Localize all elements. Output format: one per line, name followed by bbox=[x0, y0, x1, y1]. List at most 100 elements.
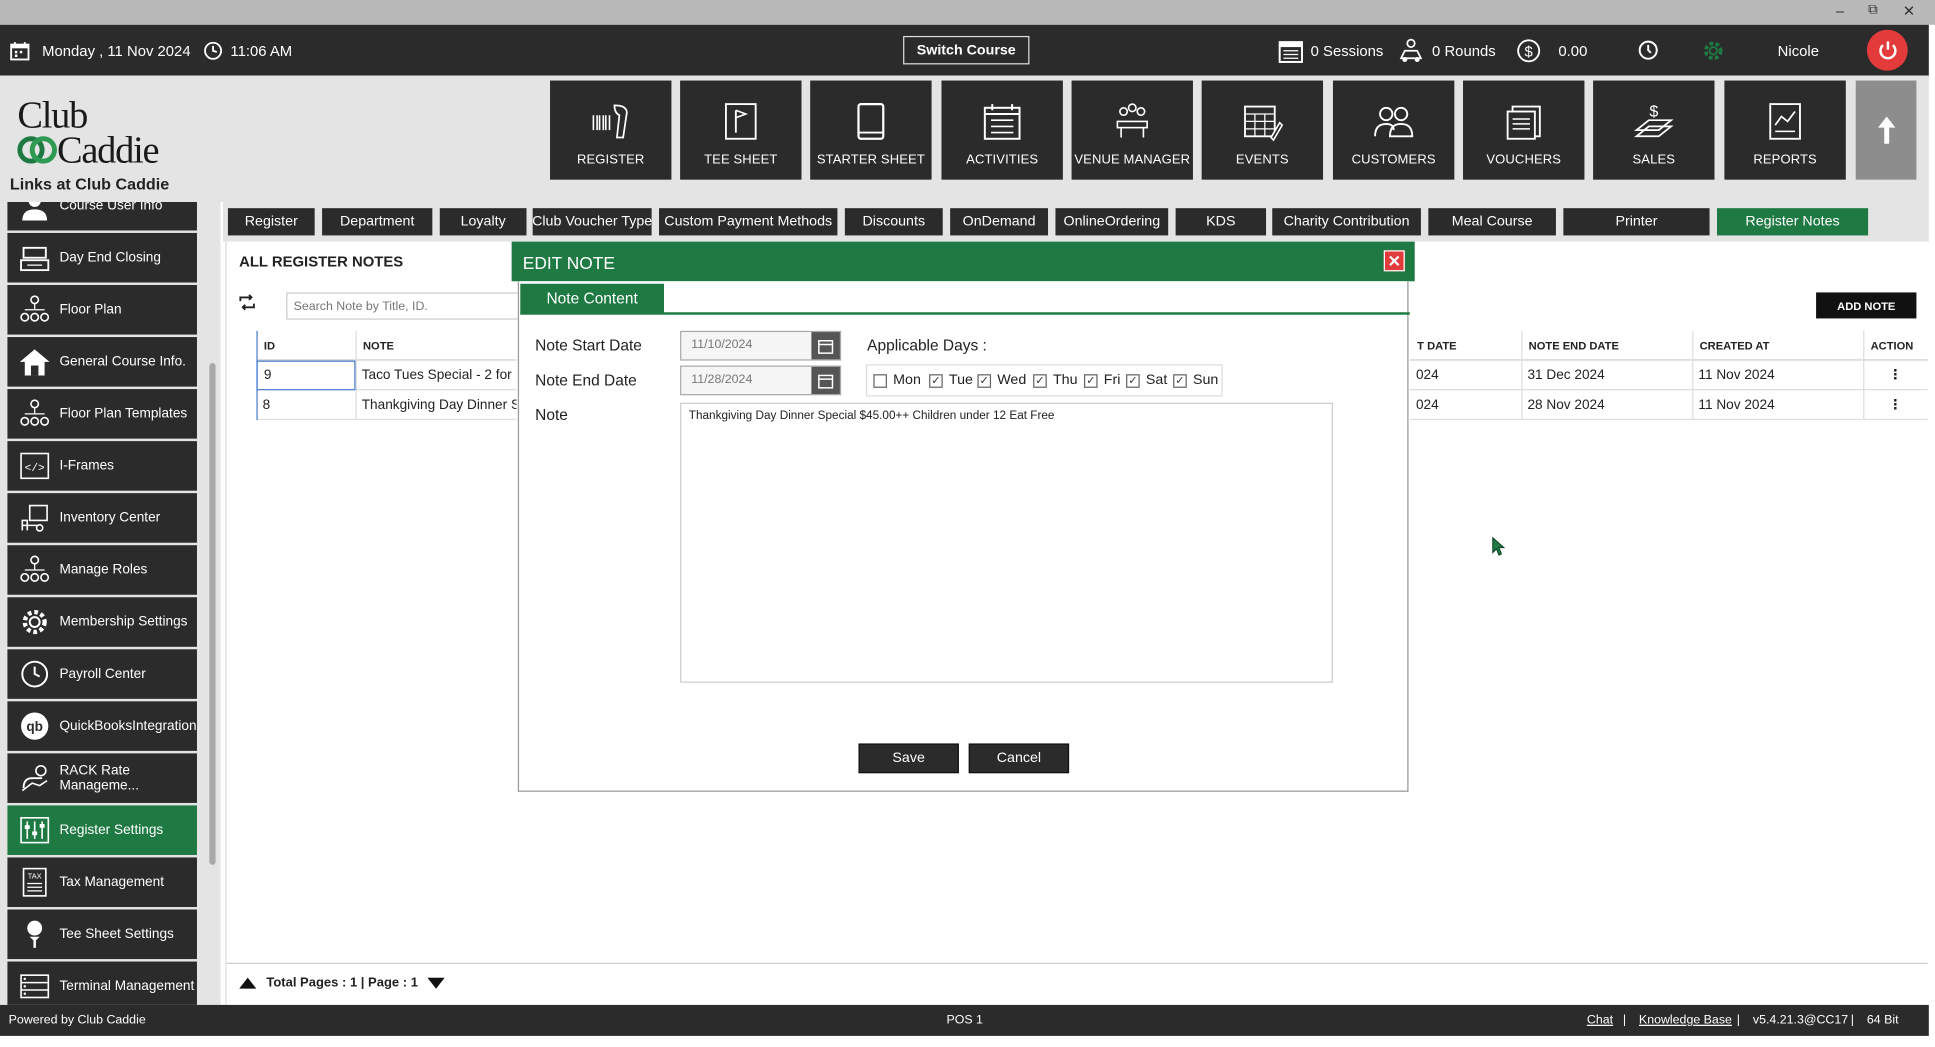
table-cell-end-date[interactable]: 31 Dec 2024 bbox=[1521, 361, 1693, 391]
day-checkbox-mon[interactable]: Mon bbox=[873, 373, 921, 388]
sidebar-item-membership-settings[interactable]: Membership Settings bbox=[7, 597, 197, 647]
page-up-icon[interactable] bbox=[239, 977, 257, 989]
tab-charity-contribution[interactable]: Charity Contribution bbox=[1272, 208, 1421, 236]
sidebar-item-terminal-management[interactable]: Terminal Management bbox=[7, 961, 197, 1005]
history-button[interactable] bbox=[1638, 25, 1659, 76]
module-reports-button[interactable]: REPORTS bbox=[1724, 80, 1846, 180]
tab-discounts[interactable]: Discounts bbox=[844, 208, 943, 236]
row-action-menu-button[interactable]: ⋮ bbox=[1863, 390, 1928, 421]
cancel-button[interactable]: Cancel bbox=[968, 743, 1070, 774]
module-starter-sheet-button[interactable]: STARTER SHEET bbox=[810, 80, 932, 180]
sidebar-item-payroll-center[interactable]: Payroll Center bbox=[7, 649, 197, 699]
tab-register[interactable]: Register bbox=[227, 208, 315, 236]
column-header-end-date[interactable]: NOTE END DATE bbox=[1521, 331, 1693, 361]
module-events-button[interactable]: EVENTS bbox=[1201, 80, 1324, 180]
row-action-menu-button[interactable]: ⋮ bbox=[1863, 361, 1928, 391]
start-date-field[interactable]: 11/10/2024 bbox=[680, 330, 842, 361]
sidebar-item-tax-management[interactable]: TAX Tax Management bbox=[7, 857, 197, 908]
tab-department[interactable]: Department bbox=[322, 208, 433, 236]
module-register-button[interactable]: REGISTER bbox=[550, 80, 672, 180]
table-cell-created-at[interactable]: 11 Nov 2024 bbox=[1692, 361, 1864, 391]
sidebar-item-day-end-closing[interactable]: Day End Closing bbox=[7, 232, 197, 283]
switch-course-button[interactable]: Switch Course bbox=[903, 35, 1030, 65]
sidebar-item-i-frames[interactable]: </> I-Frames bbox=[7, 441, 197, 491]
tab-club-voucher-type[interactable]: Club Voucher Type bbox=[532, 208, 652, 236]
table-cell-start-date[interactable]: 024 bbox=[1409, 361, 1522, 391]
sidebar-item-tee-sheet-settings[interactable]: Tee Sheet Settings bbox=[7, 909, 197, 960]
end-date-field[interactable]: 11/28/2024 bbox=[680, 365, 842, 396]
checkbox[interactable]: ✓ bbox=[1083, 373, 1098, 388]
refresh-button[interactable] bbox=[238, 294, 257, 318]
column-header-id[interactable]: ID bbox=[256, 331, 356, 361]
module-tee-sheet-button[interactable]: TEE SHEET bbox=[680, 80, 802, 180]
end-date-picker-button[interactable] bbox=[811, 366, 840, 395]
logout-button[interactable] bbox=[1866, 29, 1908, 71]
tab-loyalty[interactable]: Loyalty bbox=[439, 208, 527, 236]
tab-meal-course[interactable]: Meal Course bbox=[1428, 208, 1556, 236]
sessions-display[interactable]: 0 Sessions bbox=[1278, 25, 1383, 76]
module-vouchers-button[interactable]: VOUCHERS bbox=[1463, 80, 1585, 180]
tab-register-notes[interactable]: Register Notes bbox=[1716, 208, 1869, 236]
sidebar-item-quickbooks[interactable]: qb QuickBooksIntegration bbox=[7, 701, 197, 751]
table-cell-created-at[interactable]: 11 Nov 2024 bbox=[1692, 390, 1864, 421]
restore-button[interactable]: ⧉ bbox=[1868, 2, 1878, 18]
knowledge-base-link[interactable]: Knowledge Base bbox=[1639, 1014, 1732, 1028]
table-cell-note[interactable]: Thankgiving Day Dinner Special bbox=[355, 390, 517, 421]
day-checkbox-thu[interactable]: ✓ Thu bbox=[1033, 373, 1078, 388]
column-header-action[interactable]: ACTION bbox=[1863, 331, 1928, 361]
start-date-picker-button[interactable] bbox=[811, 332, 840, 360]
settings-button[interactable] bbox=[1700, 25, 1727, 76]
sidebar-item-floor-plan[interactable]: Floor Plan bbox=[7, 284, 197, 335]
sidebar-item-course-user-info[interactable]: Course User Info bbox=[7, 201, 197, 231]
sidebar-item-inventory-center[interactable]: Inventory Center bbox=[7, 493, 197, 543]
column-header-start-date[interactable]: T DATE bbox=[1409, 331, 1522, 361]
sidebar-item-register-settings[interactable]: Register Settings bbox=[7, 805, 197, 855]
tab-printer[interactable]: Printer bbox=[1563, 208, 1710, 236]
module-activities-button[interactable]: ACTIVITIES bbox=[941, 80, 1063, 180]
sidebar-scrollbar[interactable] bbox=[209, 363, 216, 865]
module-sales-button[interactable]: $ SALES bbox=[1593, 80, 1715, 180]
day-checkbox-sat[interactable]: ✓ Sat bbox=[1126, 373, 1167, 388]
tab-ondemand[interactable]: OnDemand bbox=[950, 208, 1049, 236]
sidebar-item-manage-roles[interactable]: Manage Roles bbox=[7, 545, 197, 595]
column-header-note[interactable]: NOTE bbox=[355, 331, 517, 361]
module-customers-button[interactable]: CUSTOMERS bbox=[1332, 80, 1455, 180]
checkbox[interactable]: ✓ bbox=[1173, 373, 1187, 388]
sidebar-item-general-course-info[interactable]: General Course Info. bbox=[7, 337, 197, 387]
tab-onlineordering[interactable]: OnlineOrdering bbox=[1055, 208, 1169, 236]
note-textarea[interactable]: Thankgiving Day Dinner Special $45.00++ … bbox=[680, 402, 1333, 683]
search-note-input[interactable] bbox=[286, 292, 522, 320]
day-checkbox-fri[interactable]: ✓ Fri bbox=[1083, 373, 1120, 388]
checkbox[interactable] bbox=[873, 373, 887, 388]
close-window-button[interactable]: ✕ bbox=[1903, 2, 1915, 19]
tab-note-content[interactable]: Note Content bbox=[520, 283, 664, 314]
module-venue-manager-button[interactable]: VENUE MANAGER bbox=[1071, 80, 1193, 180]
tab-custom-payment-methods[interactable]: Custom Payment Methods bbox=[659, 208, 838, 236]
checkbox[interactable]: ✓ bbox=[1126, 373, 1140, 388]
table-cell-id[interactable]: 8 bbox=[256, 390, 356, 421]
balance-display[interactable]: $ 0.00 bbox=[1516, 25, 1587, 76]
table-cell-end-date[interactable]: 28 Nov 2024 bbox=[1521, 390, 1693, 421]
checkbox[interactable]: ✓ bbox=[929, 373, 943, 388]
user-name[interactable]: Nicole bbox=[1778, 25, 1819, 76]
day-checkbox-wed[interactable]: ✓ Wed bbox=[977, 373, 1026, 388]
day-checkbox-sun[interactable]: ✓ Sun bbox=[1173, 373, 1218, 388]
page-down-icon[interactable] bbox=[427, 977, 446, 989]
sidebar-item-floor-plan-templates[interactable]: Floor Plan Templates bbox=[7, 389, 197, 439]
modal-close-button[interactable] bbox=[1383, 250, 1405, 272]
minimize-button[interactable]: – bbox=[1836, 2, 1844, 19]
tab-kds[interactable]: KDS bbox=[1175, 208, 1267, 236]
chat-link[interactable]: Chat bbox=[1587, 1014, 1613, 1028]
checkbox[interactable]: ✓ bbox=[1033, 373, 1047, 388]
column-header-created-at[interactable]: CREATED AT bbox=[1692, 331, 1864, 361]
table-cell-id[interactable]: 9 bbox=[256, 360, 356, 391]
table-cell-start-date[interactable]: 024 bbox=[1409, 390, 1522, 421]
day-checkbox-tue[interactable]: ✓ Tue bbox=[929, 373, 973, 388]
add-note-button[interactable]: ADD NOTE bbox=[1816, 292, 1917, 319]
rounds-display[interactable]: 0 Rounds bbox=[1397, 25, 1496, 76]
sidebar-item-rack-rate[interactable]: RACK Rate Manageme... bbox=[7, 753, 197, 803]
table-cell-note[interactable]: Taco Tues Special - 2 for 1 bbox=[355, 361, 517, 391]
save-button[interactable]: Save bbox=[858, 743, 959, 774]
collapse-header-button[interactable] bbox=[1855, 80, 1917, 180]
checkbox[interactable]: ✓ bbox=[977, 373, 992, 388]
